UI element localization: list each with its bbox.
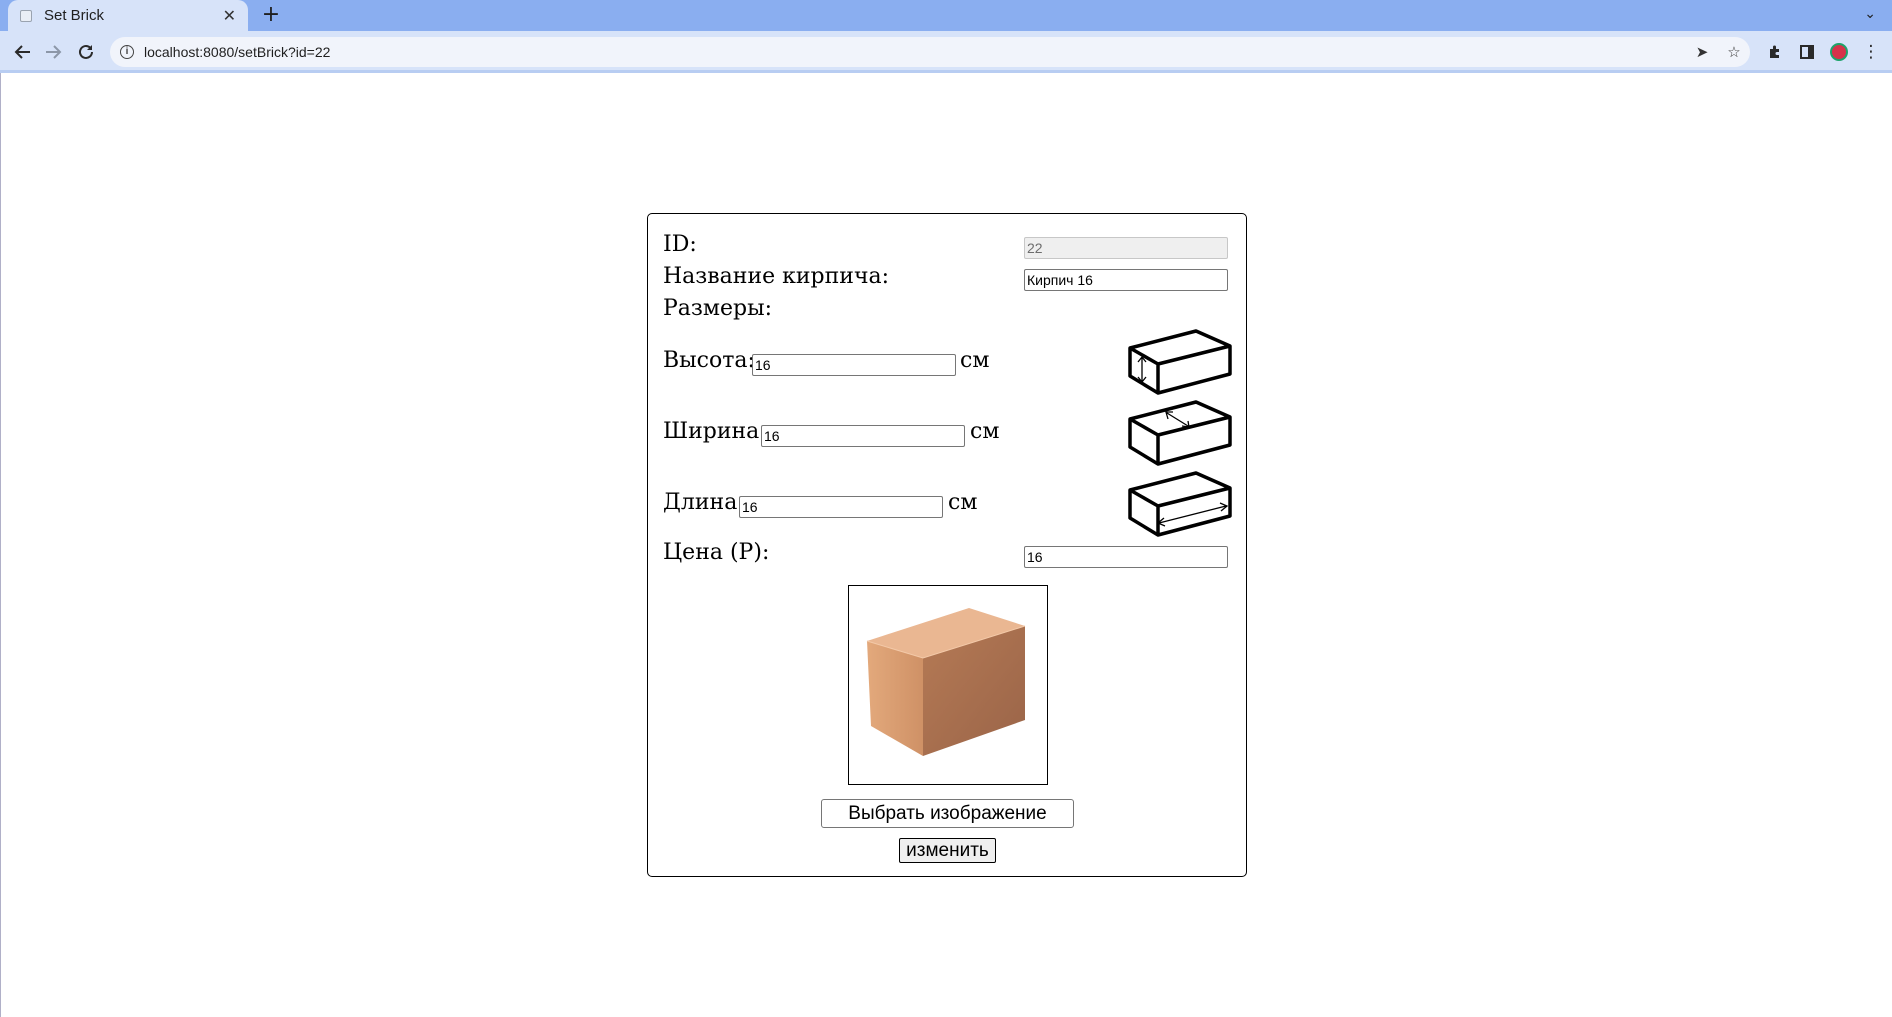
- browser-toolbar: i localhost:8080/setBrick?id=22 ➤ ☆ ⋮: [0, 31, 1892, 73]
- brick-edit-form: ID: Название кирпича: Размеры: Высота: с…: [647, 213, 1247, 877]
- reload-icon: [79, 44, 93, 59]
- reload-button[interactable]: [72, 38, 100, 66]
- arrow-left-icon: [14, 45, 30, 59]
- brick-name-label: Название кирпича:: [663, 264, 890, 289]
- brick-length-arrow-icon: [1128, 471, 1232, 537]
- extensions-puzzle-icon[interactable]: [1761, 38, 1789, 66]
- page-favicon-icon: [20, 9, 32, 22]
- page-edge: [0, 73, 1, 1017]
- tab-title: Set Brick: [44, 7, 105, 24]
- bookmark-star-icon[interactable]: ☆: [1718, 43, 1750, 61]
- tab-strip: Set Brick ✕ + ⌄: [0, 0, 1892, 31]
- brick-height-arrow-icon: [1128, 329, 1232, 395]
- send-icon[interactable]: ➤: [1686, 43, 1718, 61]
- tab-search-chevron-icon[interactable]: ⌄: [1864, 6, 1876, 22]
- length-unit: см: [948, 490, 978, 515]
- address-bar[interactable]: i localhost:8080/setBrick?id=22 ➤ ☆: [110, 37, 1750, 67]
- width-field[interactable]: [761, 425, 965, 447]
- height-field[interactable]: [752, 354, 956, 376]
- width-unit: см: [970, 419, 1000, 444]
- price-field[interactable]: [1024, 546, 1228, 568]
- forward-button[interactable]: [39, 38, 67, 66]
- length-label: Длина:: [663, 490, 745, 515]
- avatar: [1830, 43, 1848, 61]
- brick-image-preview: [848, 585, 1048, 785]
- choose-image-button[interactable]: Выбрать изображение: [821, 799, 1074, 828]
- arrow-right-icon: [46, 45, 62, 59]
- height-label: Высота:: [663, 348, 755, 373]
- profile-avatar[interactable]: [1825, 38, 1853, 66]
- browser-tab[interactable]: Set Brick ✕: [8, 0, 248, 31]
- submit-change-button[interactable]: изменить: [899, 838, 996, 863]
- puzzle-icon: [1770, 45, 1779, 58]
- close-tab-icon[interactable]: ✕: [223, 7, 236, 24]
- dimensions-label: Размеры:: [663, 296, 773, 321]
- site-info-icon[interactable]: i: [120, 45, 134, 59]
- side-panel-glyph-icon: [1800, 45, 1814, 59]
- brick-name-field[interactable]: [1024, 269, 1228, 291]
- price-label: Цена (Р):: [663, 540, 770, 565]
- browser-menu-icon[interactable]: ⋮: [1857, 38, 1885, 66]
- side-panel-icon[interactable]: [1793, 38, 1821, 66]
- brick-photo: [866, 608, 1026, 756]
- id-label: ID:: [663, 232, 697, 257]
- brick-width-arrow-icon: [1128, 400, 1232, 466]
- height-unit: см: [960, 348, 990, 373]
- url-text[interactable]: localhost:8080/setBrick?id=22: [144, 44, 330, 60]
- new-tab-button[interactable]: +: [258, 3, 284, 29]
- length-field[interactable]: [739, 496, 943, 518]
- width-label: Ширина:: [663, 419, 767, 444]
- back-button[interactable]: [9, 38, 37, 66]
- id-field[interactable]: [1024, 237, 1228, 259]
